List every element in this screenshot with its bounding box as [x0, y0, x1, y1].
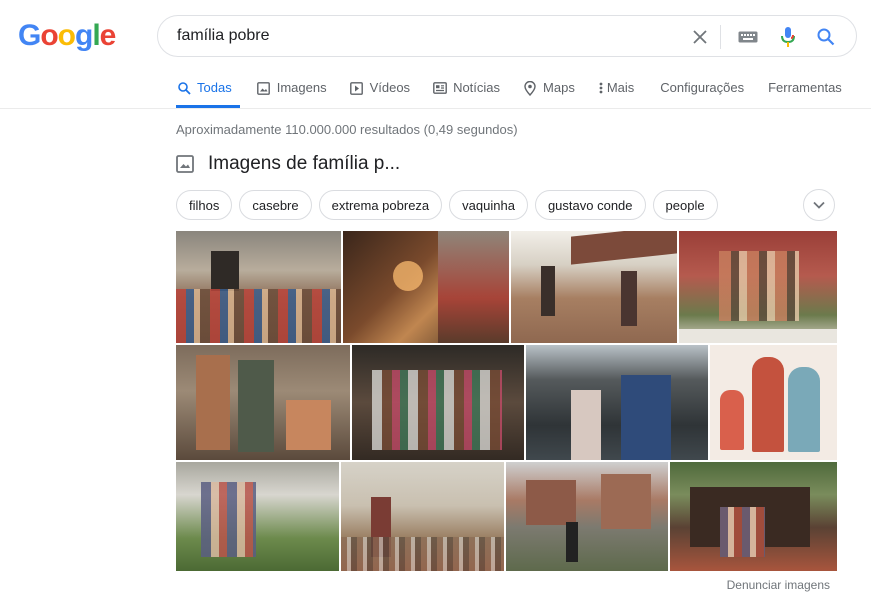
tab-todas[interactable]: Todas: [176, 80, 240, 108]
images-heading-text: Imagens de família p...: [208, 153, 401, 174]
tab-label: Imagens: [276, 80, 327, 95]
chip[interactable]: vaquinha: [449, 190, 528, 220]
tab-configuracoes[interactable]: Configurações: [660, 80, 744, 108]
tab-maps[interactable]: Maps: [522, 80, 575, 108]
video-icon: [349, 80, 365, 96]
news-icon: [432, 80, 448, 96]
result-stats: Aproximadamente 110.000.000 resultados (…: [176, 122, 518, 137]
image-thumbnail[interactable]: [341, 462, 504, 571]
logo-letter: l: [92, 19, 100, 52]
chip[interactable]: extrema pobreza: [318, 190, 443, 220]
tab-noticias[interactable]: Notícias: [432, 80, 500, 108]
keyboard-icon[interactable]: [736, 16, 760, 58]
tab-imagens[interactable]: Imagens: [256, 80, 327, 108]
image-thumbnail[interactable]: [526, 345, 708, 460]
tab-label: Todas: [197, 80, 232, 95]
search-box[interactable]: família pobre: [157, 15, 857, 57]
chip[interactable]: filhos: [176, 190, 233, 220]
search-input[interactable]: família pobre: [177, 27, 270, 45]
image-icon: [176, 155, 194, 173]
tab-label: Notícias: [453, 80, 501, 95]
clear-icon[interactable]: [688, 16, 712, 58]
tab-label: Mais: [606, 80, 635, 95]
refinement-chips: filhos casebre extrema pobreza vaquinha …: [176, 190, 725, 220]
tab-mais[interactable]: Mais: [597, 80, 634, 108]
tab-ferramentas[interactable]: Ferramentas: [768, 80, 842, 108]
chip[interactable]: casebre: [239, 190, 312, 220]
tab-videos[interactable]: Vídeos: [349, 80, 410, 108]
image-thumbnail[interactable]: [511, 231, 677, 343]
tab-label: Vídeos: [369, 80, 411, 95]
logo-letter: o: [40, 19, 58, 52]
more-vert-icon: [597, 80, 605, 96]
search-icon[interactable]: [814, 16, 838, 58]
image-thumbnail[interactable]: [176, 345, 350, 460]
search-divider: [720, 25, 721, 49]
image-thumbnail[interactable]: [176, 231, 341, 343]
search-icon: [176, 80, 192, 96]
logo-letter: G: [18, 19, 41, 52]
tab-label: Ferramentas: [768, 80, 842, 95]
tabs-divider: [0, 108, 871, 109]
logo-letter: g: [75, 19, 93, 52]
image-thumbnail[interactable]: [679, 231, 837, 343]
tab-label: Maps: [543, 80, 575, 95]
image-thumbnail[interactable]: [176, 462, 339, 571]
microphone-icon[interactable]: [776, 16, 800, 58]
google-logo[interactable]: Google: [18, 19, 117, 53]
map-pin-icon: [522, 80, 538, 96]
image-thumbnail[interactable]: [506, 462, 668, 571]
tab-label: Configurações: [660, 80, 745, 95]
chevron-down-icon[interactable]: [803, 189, 835, 221]
image-thumbnail[interactable]: [710, 345, 837, 460]
images-heading[interactable]: Imagens de família p...: [176, 153, 400, 175]
logo-letter: e: [99, 19, 117, 52]
chip[interactable]: people: [652, 190, 718, 220]
logo-letter: o: [57, 19, 76, 52]
image-thumbnail[interactable]: [352, 345, 524, 460]
search-tabs: Todas Imagens Vídeos Notícias Maps Mais …: [176, 80, 842, 108]
chip[interactable]: gustavo conde: [534, 190, 646, 220]
image-thumbnail[interactable]: [670, 462, 837, 571]
image-thumbnail[interactable]: [343, 231, 509, 343]
image-icon: [256, 80, 272, 96]
